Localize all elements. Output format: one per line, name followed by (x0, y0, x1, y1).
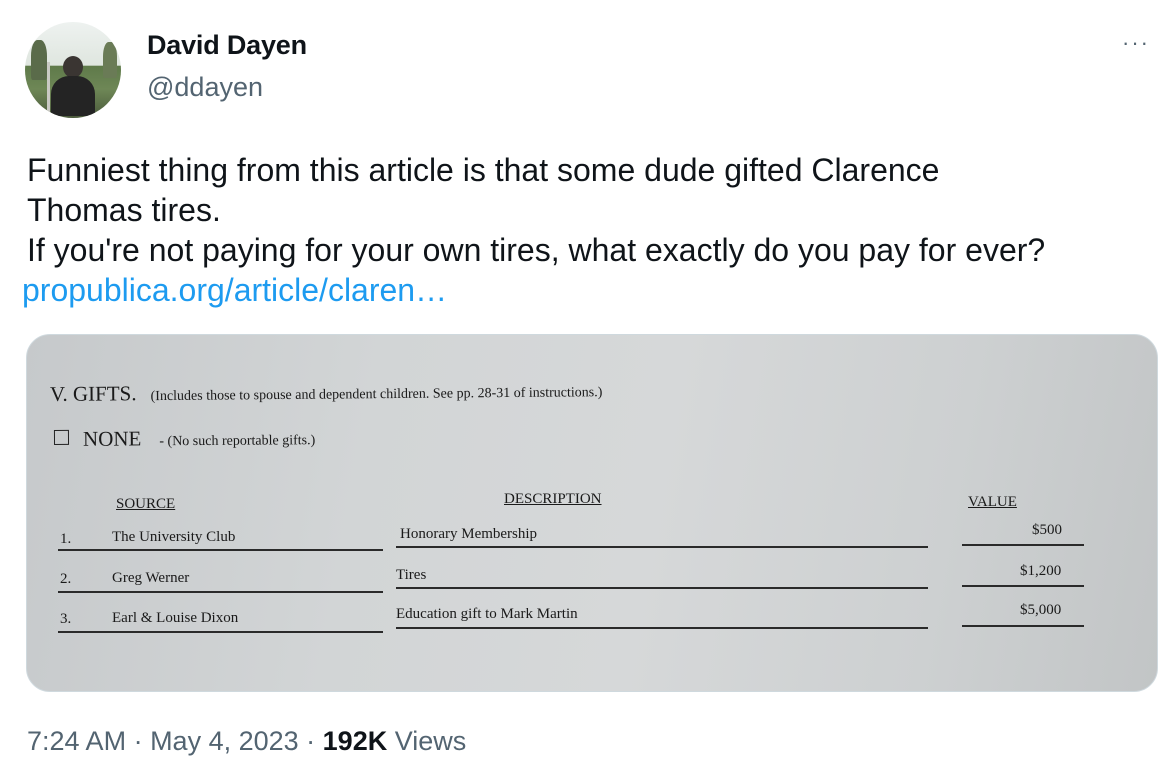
row-rule (58, 591, 383, 593)
article-link[interactable]: propublica.org/article/claren… (22, 270, 1147, 310)
column-description: DESCRIPTION (504, 491, 602, 507)
more-options-icon[interactable]: ··· (1122, 30, 1150, 56)
row-rule (396, 627, 928, 629)
author-handle[interactable]: @ddayen (147, 72, 263, 103)
separator: · (298, 726, 323, 756)
gift-disclosure-document: V. GIFTS. (Includes those to spouse and d… (27, 335, 1157, 691)
row-source: The University Club (112, 529, 236, 545)
column-value: VALUE (968, 494, 1017, 510)
tweet-image[interactable]: V. GIFTS. (Includes those to spouse and d… (26, 334, 1158, 692)
row-rule (396, 587, 928, 589)
section-header: V. GIFTS. (Includes those to spouse and d… (50, 377, 603, 407)
tweet-meta: 7:24 AM · May 4, 2023 · 192K Views (27, 726, 466, 757)
tweet-text-line: If you're not paying for your own tires,… (27, 232, 1046, 268)
row-value: $1,200 (1020, 563, 1062, 579)
tweet-time[interactable]: 7:24 AM (27, 726, 126, 756)
row-description: Honorary Membership (400, 526, 538, 542)
row-number: 2. (60, 571, 72, 587)
tweet-date[interactable]: May 4, 2023 (150, 726, 299, 756)
none-note: - (No such reportable gifts.) (159, 433, 316, 450)
none-label: NONE (82, 426, 142, 451)
row-source: Greg Werner (112, 570, 190, 586)
row-description: Tires (396, 567, 427, 583)
views-label: Views (387, 726, 467, 756)
row-description: Education gift to Mark Martin (396, 606, 578, 622)
section-note: (Includes those to spouse and dependent … (150, 385, 603, 405)
column-source: SOURCE (116, 496, 176, 512)
row-number: 3. (60, 611, 72, 627)
avatar[interactable] (25, 22, 121, 118)
row-value: $500 (1032, 522, 1062, 538)
row-rule (396, 546, 928, 548)
section-title: V. GIFTS. (49, 381, 137, 406)
tweet-text-line: Funniest thing from this article is that… (27, 152, 940, 188)
row-rule (962, 544, 1084, 546)
row-number: 1. (60, 531, 72, 547)
row-rule (58, 631, 383, 633)
separator: · (126, 726, 151, 756)
row-value: $5,000 (1020, 602, 1062, 618)
author-name[interactable]: David Dayen (147, 30, 307, 61)
row-rule (962, 625, 1084, 627)
tweet-text-line: Thomas tires. (27, 192, 221, 228)
row-rule (58, 549, 383, 551)
row-rule (962, 585, 1084, 587)
none-option: NONE - (No such reportable gifts.) (53, 425, 316, 452)
checkbox-icon (53, 429, 70, 445)
views-count: 192K (322, 726, 388, 756)
row-source: Earl & Louise Dixon (112, 610, 239, 626)
tweet-text: Funniest thing from this article is that… (22, 150, 1147, 310)
